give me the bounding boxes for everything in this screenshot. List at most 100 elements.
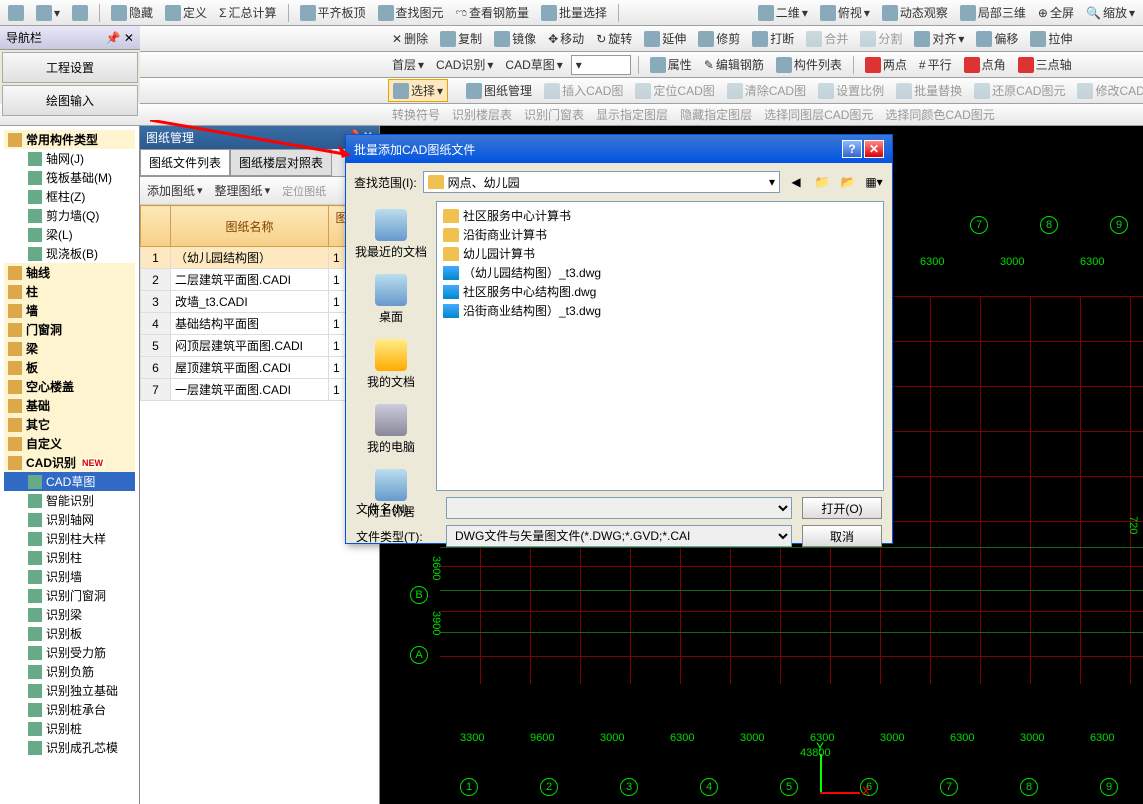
place-desktop[interactable]: 桌面: [350, 270, 432, 329]
tree-item[interactable]: CAD草图: [4, 472, 135, 491]
setscale-button[interactable]: 设置比例: [814, 80, 888, 101]
insertcad-button[interactable]: 插入CAD图: [540, 80, 627, 101]
tree-item[interactable]: 识别负筋: [4, 662, 135, 681]
file-item[interactable]: 沿街商业计算书: [441, 225, 879, 244]
tree-item[interactable]: 识别成孔芯模: [4, 738, 135, 757]
tree-item[interactable]: 识别柱大样: [4, 529, 135, 548]
table-row[interactable]: 6屋顶建筑平面图.CADI1: [141, 357, 379, 379]
blank-combo[interactable]: ▾: [571, 55, 631, 75]
caddraft-combo[interactable]: CAD草图 ▾: [501, 54, 566, 75]
table-row[interactable]: 7一层建筑平面图.CADI1: [141, 379, 379, 401]
trim-button[interactable]: 修剪: [694, 28, 744, 49]
align-button[interactable]: 对齐▾: [910, 28, 968, 49]
break-button[interactable]: 打断: [748, 28, 798, 49]
viewrebar-button[interactable]: ಌ 查看钢筋量: [452, 2, 534, 23]
file-item[interactable]: （幼儿园结构图）_t3.dwg: [441, 263, 879, 282]
local3d-button[interactable]: 局部三维: [956, 2, 1030, 23]
move-button[interactable]: ✥ 移动: [544, 28, 588, 49]
locate-drawing-button[interactable]: 定位图纸: [278, 180, 330, 201]
tree-item[interactable]: 梁(L): [4, 225, 135, 244]
convsym-button[interactable]: 转换符号: [388, 104, 444, 125]
tree-item[interactable]: 自定义: [4, 434, 135, 453]
tree-item[interactable]: 智能识别: [4, 491, 135, 510]
clearcad-button[interactable]: 清除CAD图: [723, 80, 810, 101]
tree-item[interactable]: 空心楼盖: [4, 377, 135, 396]
tree-item[interactable]: 识别板: [4, 624, 135, 643]
selsamelayer-button[interactable]: 选择同图层CAD图元: [760, 104, 877, 125]
tree-item[interactable]: 识别梁: [4, 605, 135, 624]
table-row[interactable]: 4基础结构平面图1: [141, 313, 379, 335]
selsamecolor-button[interactable]: 选择同颜色CAD图元: [881, 104, 998, 125]
loccad-button[interactable]: 定位CAD图: [631, 80, 718, 101]
table-row[interactable]: 1（幼儿园结构图）1: [141, 247, 379, 269]
sort-drawing-button[interactable]: 整理图纸 ▾: [211, 180, 275, 201]
flatten-button[interactable]: 平齐板顶: [296, 2, 370, 23]
file-list[interactable]: 社区服务中心计算书沿街商业计算书幼儿园计算书（幼儿园结构图）_t3.dwg社区服…: [436, 201, 884, 491]
tree-item[interactable]: 轴网(J): [4, 149, 135, 168]
tree-item[interactable]: 门窗洞: [4, 320, 135, 339]
rotate-button[interactable]: ↻ 旋转: [592, 28, 636, 49]
findelem-button[interactable]: 查找图元: [374, 2, 448, 23]
tb-generic[interactable]: ▾: [32, 3, 64, 23]
pointangle-button[interactable]: 点角: [960, 54, 1010, 75]
place-mydocs[interactable]: 我的文档: [350, 335, 432, 394]
file-item[interactable]: 沿街商业结构图）_t3.dwg: [441, 301, 879, 320]
tb-generic[interactable]: [4, 3, 28, 23]
tree-item[interactable]: 其它: [4, 415, 135, 434]
tree-item[interactable]: 识别独立基础: [4, 681, 135, 700]
back-icon[interactable]: ◀: [786, 172, 806, 192]
file-item[interactable]: 社区服务中心结构图.dwg: [441, 282, 879, 301]
tree-item[interactable]: 墙: [4, 301, 135, 320]
tree-item[interactable]: 识别门窗洞: [4, 586, 135, 605]
modifycad-button[interactable]: 修改CAD标: [1073, 80, 1143, 101]
lookin-combo[interactable]: 网点、幼儿园 ▾: [423, 171, 780, 193]
merge-button[interactable]: 合并: [802, 28, 852, 49]
place-mycomp[interactable]: 我的电脑: [350, 400, 432, 459]
newfolder-icon[interactable]: 📂: [838, 172, 858, 192]
dynview-button[interactable]: 动态观察: [878, 2, 952, 23]
tree-item[interactable]: 识别桩: [4, 719, 135, 738]
open-button[interactable]: 打开(O): [802, 497, 882, 519]
nav-pin-icon[interactable]: 📌 ✕: [106, 31, 134, 45]
extend-button[interactable]: 延伸: [640, 28, 690, 49]
dialog-help-button[interactable]: ?: [842, 140, 862, 158]
tb-generic[interactable]: [68, 3, 92, 23]
dialog-close-button[interactable]: ✕: [864, 140, 884, 158]
topview-button[interactable]: 俯视▾: [816, 2, 874, 23]
sum-button[interactable]: Σ 汇总计算: [215, 2, 280, 23]
filename-input[interactable]: [446, 497, 792, 519]
select-button[interactable]: 选择▾: [388, 79, 448, 102]
copy-button[interactable]: 复制: [436, 28, 486, 49]
nav-tree[interactable]: 常用构件类型轴网(J)筏板基础(M)框柱(Z)剪力墙(Q)梁(L)现浇板(B)轴…: [0, 126, 139, 804]
file-item[interactable]: 幼儿园计算书: [441, 244, 879, 263]
twopoint-button[interactable]: 两点: [861, 54, 911, 75]
parallel-button[interactable]: # 平行: [915, 54, 956, 75]
tree-item[interactable]: 识别墙: [4, 567, 135, 586]
tree-item[interactable]: 梁: [4, 339, 135, 358]
viewmode-icon[interactable]: ▦▾: [864, 172, 884, 192]
stretch-button[interactable]: 拉伸: [1026, 28, 1076, 49]
table-row[interactable]: 3改墙_t3.CADI1: [141, 291, 379, 313]
hidelayer-button[interactable]: 隐藏指定图层: [676, 104, 756, 125]
up-icon[interactable]: 📁: [812, 172, 832, 192]
offset-button[interactable]: 偏移: [972, 28, 1022, 49]
restorecad-button[interactable]: 还原CAD图元: [970, 80, 1069, 101]
floor-combo[interactable]: 首层 ▾: [388, 54, 428, 75]
hide-button[interactable]: 隐藏: [107, 2, 157, 23]
nav-tab-project[interactable]: 工程设置: [2, 52, 138, 83]
add-drawing-button[interactable]: 添加图纸 ▾: [143, 180, 207, 201]
place-recent[interactable]: 我最近的文档: [350, 205, 432, 264]
tree-item[interactable]: 柱: [4, 282, 135, 301]
batchsel-button[interactable]: 批量选择: [537, 2, 611, 23]
mirror-button[interactable]: 镜像: [490, 28, 540, 49]
showlayer-button[interactable]: 显示指定图层: [592, 104, 672, 125]
file-item[interactable]: 社区服务中心计算书: [441, 206, 879, 225]
view2d-button[interactable]: 二维▾: [754, 2, 812, 23]
dwgmgr-button[interactable]: 图纸管理: [462, 80, 536, 101]
batchrepl-button[interactable]: 批量替换: [892, 80, 966, 101]
tree-item[interactable]: 基础: [4, 396, 135, 415]
cancel-button[interactable]: 取消: [802, 525, 882, 547]
complist-button[interactable]: 构件列表: [772, 54, 846, 75]
delete-button[interactable]: ✕ 删除: [388, 28, 432, 49]
tree-item[interactable]: 识别柱: [4, 548, 135, 567]
